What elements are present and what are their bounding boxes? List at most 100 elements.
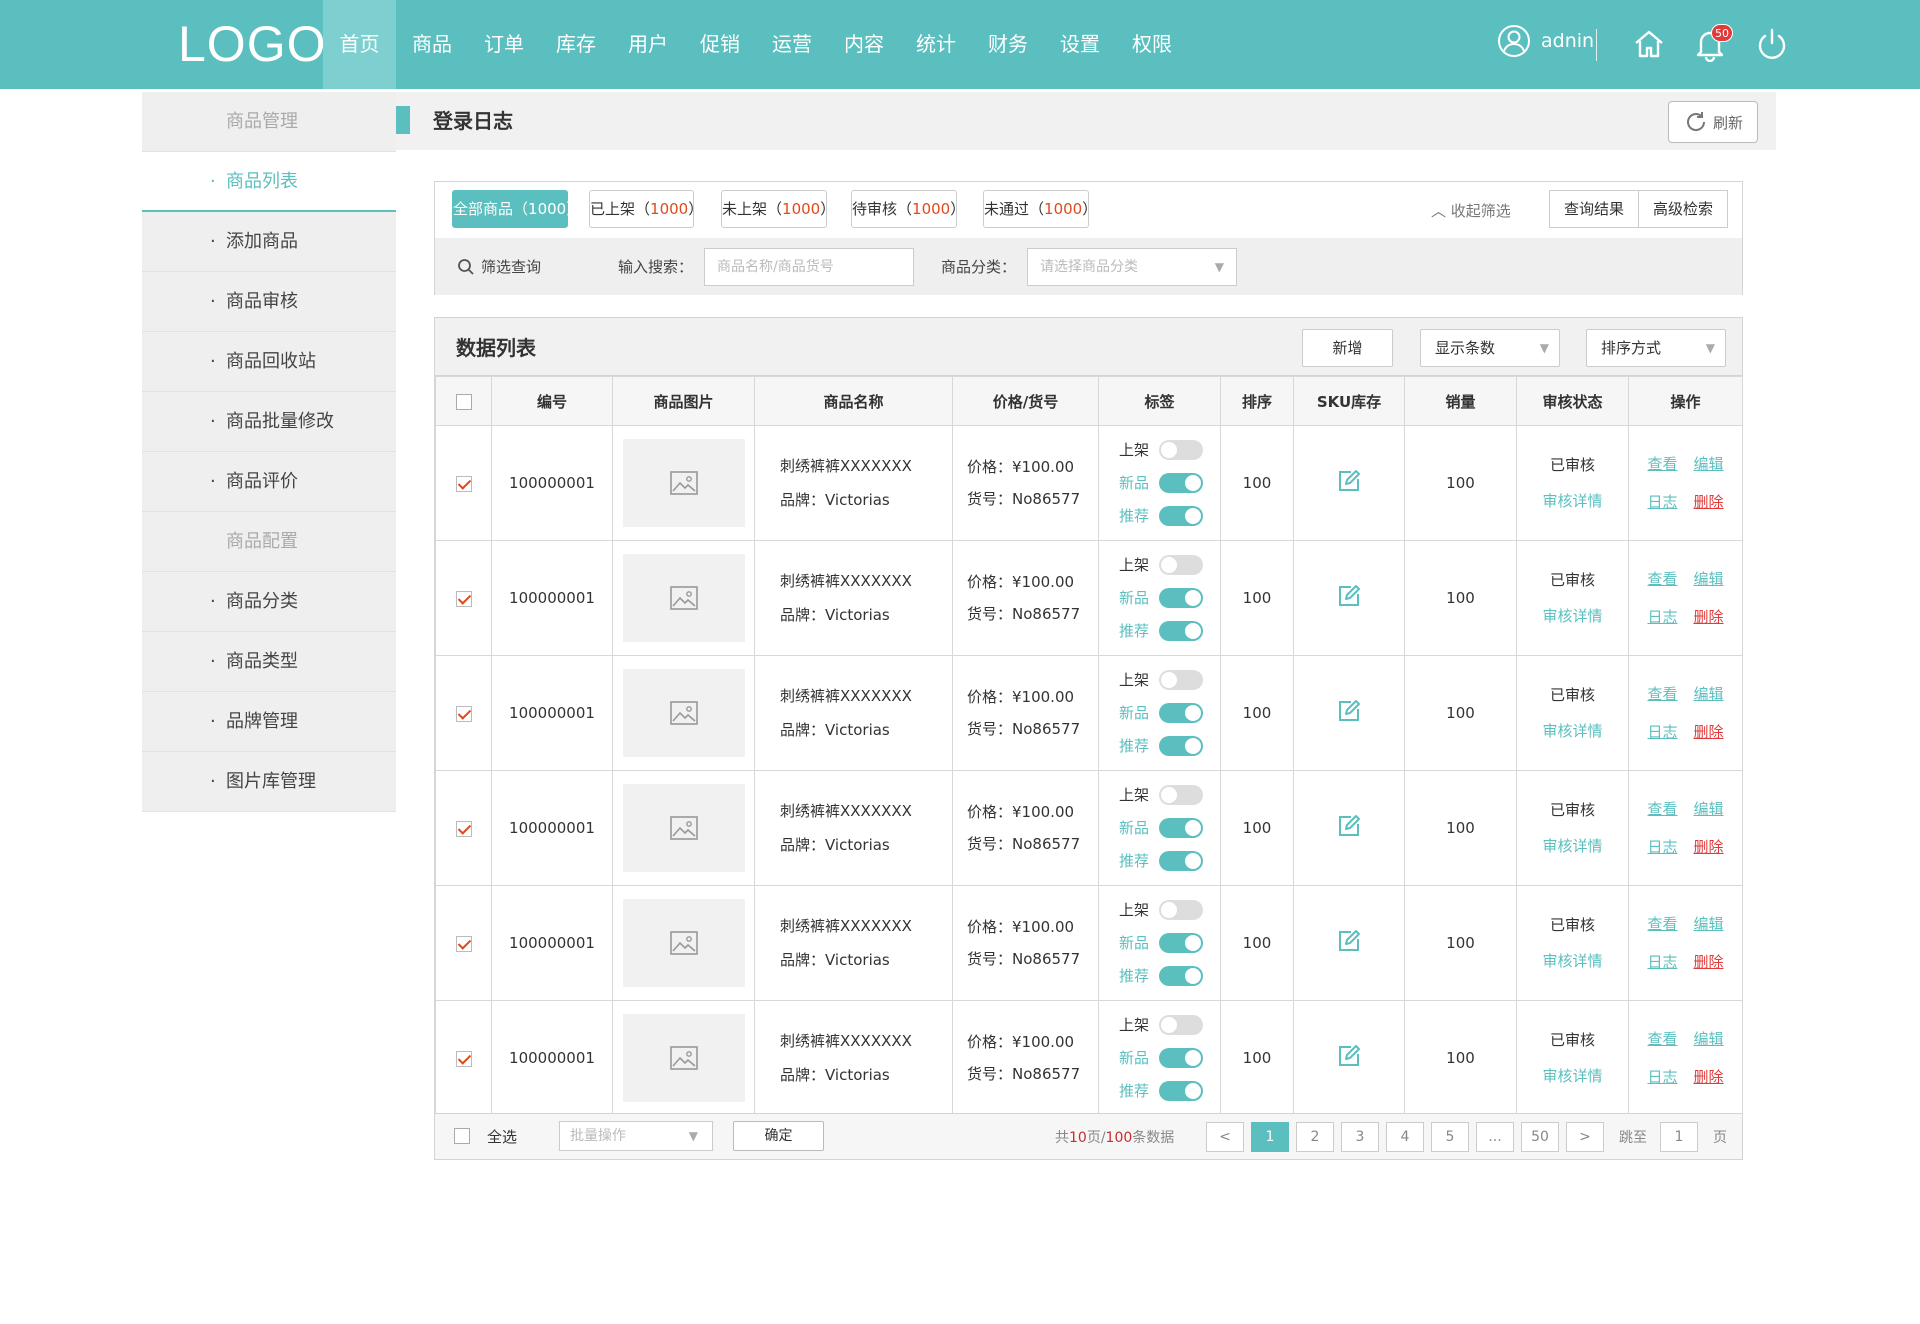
- delete-link[interactable]: 删除: [1694, 608, 1724, 626]
- product-image[interactable]: [622, 784, 745, 872]
- delete-link[interactable]: 删除: [1694, 838, 1724, 856]
- nav-item-11[interactable]: 权限: [1116, 0, 1188, 89]
- log-link[interactable]: 日志: [1647, 493, 1677, 511]
- sort-select[interactable]: 排序方式 ▼: [1586, 329, 1726, 367]
- sidebar-item[interactable]: · 商品分类: [142, 572, 396, 632]
- refresh-button[interactable]: 刷新: [1668, 101, 1758, 143]
- nav-item-9[interactable]: 财务: [972, 0, 1044, 89]
- page-button[interactable]: 1: [1251, 1122, 1289, 1152]
- batch-operation-select[interactable]: 批量操作 ▼: [559, 1121, 713, 1151]
- nav-item-4[interactable]: 用户: [612, 0, 684, 89]
- product-image[interactable]: [622, 669, 745, 757]
- edit-link[interactable]: 编辑: [1694, 915, 1724, 933]
- tag-toggle[interactable]: [1159, 933, 1203, 953]
- jump-input[interactable]: 1: [1660, 1122, 1698, 1152]
- edit-link[interactable]: 编辑: [1694, 800, 1724, 818]
- page-button[interactable]: 4: [1386, 1122, 1424, 1152]
- sidebar-item[interactable]: · 添加商品: [142, 212, 396, 272]
- nav-item-6[interactable]: 运营: [756, 0, 828, 89]
- row-checkbox[interactable]: [455, 935, 472, 952]
- sku-edit-button[interactable]: [1337, 1045, 1361, 1072]
- notification-button[interactable]: 50: [1692, 24, 1733, 63]
- category-select[interactable]: 请选择商品分类 ▼: [1027, 248, 1237, 286]
- view-link[interactable]: 查看: [1647, 570, 1677, 588]
- tag-toggle[interactable]: [1159, 473, 1203, 493]
- delete-link[interactable]: 删除: [1694, 493, 1724, 511]
- row-checkbox[interactable]: [455, 475, 472, 492]
- filter-tab[interactable]: 待审核（1000）: [851, 190, 965, 228]
- tag-toggle[interactable]: [1159, 555, 1203, 575]
- edit-link[interactable]: 编辑: [1694, 455, 1724, 473]
- next-page-button[interactable]: >: [1566, 1122, 1604, 1152]
- product-image[interactable]: [622, 554, 745, 642]
- sku-edit-button[interactable]: [1337, 585, 1361, 612]
- page-button[interactable]: 2: [1296, 1122, 1334, 1152]
- product-image[interactable]: [622, 899, 745, 987]
- nav-item-3[interactable]: 库存: [540, 0, 612, 89]
- tag-toggle[interactable]: [1159, 1015, 1203, 1035]
- power-button[interactable]: [1754, 26, 1790, 62]
- log-link[interactable]: 日志: [1647, 723, 1677, 741]
- nav-item-1[interactable]: 商品: [396, 0, 468, 89]
- nav-item-10[interactable]: 设置: [1044, 0, 1116, 89]
- footer-select-all-checkbox[interactable]: [454, 1128, 470, 1144]
- sidebar-item[interactable]: · 商品列表: [142, 152, 396, 212]
- sidebar-item[interactable]: · 商品审核: [142, 272, 396, 332]
- tag-toggle[interactable]: [1159, 785, 1203, 805]
- delete-link[interactable]: 删除: [1694, 723, 1724, 741]
- show-count-select[interactable]: 显示条数 ▼: [1420, 329, 1560, 367]
- sku-edit-button[interactable]: [1337, 815, 1361, 842]
- view-link[interactable]: 查看: [1647, 685, 1677, 703]
- edit-link[interactable]: 编辑: [1694, 685, 1724, 703]
- user-menu[interactable]: adnin: [1497, 24, 1594, 58]
- collapse-filter-button[interactable]: ︿ 收起筛选: [1431, 200, 1511, 221]
- log-link[interactable]: 日志: [1647, 608, 1677, 626]
- sidebar-item[interactable]: · 商品回收站: [142, 332, 396, 392]
- delete-link[interactable]: 删除: [1694, 1068, 1724, 1086]
- sidebar-item[interactable]: · 商品批量修改: [142, 392, 396, 452]
- log-link[interactable]: 日志: [1647, 1068, 1677, 1086]
- filter-tab[interactable]: 全部商品（1000）: [452, 190, 581, 228]
- sidebar-item[interactable]: · 品牌管理: [142, 692, 396, 752]
- tag-toggle[interactable]: [1159, 440, 1203, 460]
- delete-link[interactable]: 删除: [1694, 953, 1724, 971]
- row-checkbox[interactable]: [455, 590, 472, 607]
- tag-toggle[interactable]: [1159, 851, 1203, 871]
- nav-item-8[interactable]: 统计: [900, 0, 972, 89]
- tag-toggle[interactable]: [1159, 621, 1203, 641]
- search-input[interactable]: 商品名称/商品货号: [704, 248, 914, 286]
- nav-item-0[interactable]: 首页: [323, 0, 396, 89]
- tag-toggle[interactable]: [1159, 703, 1203, 723]
- review-detail-link[interactable]: 审核详情: [1517, 598, 1628, 634]
- tag-toggle[interactable]: [1159, 506, 1203, 526]
- log-link[interactable]: 日志: [1647, 838, 1677, 856]
- nav-item-5[interactable]: 促销: [684, 0, 756, 89]
- prev-page-button[interactable]: <: [1206, 1122, 1244, 1152]
- row-checkbox[interactable]: [455, 820, 472, 837]
- sku-edit-button[interactable]: [1337, 700, 1361, 727]
- tag-toggle[interactable]: [1159, 818, 1203, 838]
- tag-toggle[interactable]: [1159, 736, 1203, 756]
- filter-tab[interactable]: 未通过（1000）: [983, 190, 1097, 228]
- advanced-search-button[interactable]: 高级检索: [1638, 190, 1728, 228]
- page-button[interactable]: 50: [1521, 1122, 1559, 1152]
- row-checkbox[interactable]: [455, 1050, 472, 1067]
- sidebar-item[interactable]: · 商品类型: [142, 632, 396, 692]
- home-button[interactable]: [1631, 26, 1667, 62]
- log-link[interactable]: 日志: [1647, 953, 1677, 971]
- review-detail-link[interactable]: 审核详情: [1517, 713, 1628, 749]
- tag-toggle[interactable]: [1159, 1081, 1203, 1101]
- sidebar-item[interactable]: · 图片库管理: [142, 752, 396, 812]
- nav-item-7[interactable]: 内容: [828, 0, 900, 89]
- nav-item-2[interactable]: 订单: [468, 0, 540, 89]
- query-result-button[interactable]: 查询结果: [1548, 190, 1639, 228]
- view-link[interactable]: 查看: [1647, 455, 1677, 473]
- product-image[interactable]: [622, 439, 745, 527]
- tag-toggle[interactable]: [1159, 1048, 1203, 1068]
- tag-toggle[interactable]: [1159, 966, 1203, 986]
- edit-link[interactable]: 编辑: [1694, 1030, 1724, 1048]
- review-detail-link[interactable]: 审核详情: [1517, 1058, 1628, 1094]
- tag-toggle[interactable]: [1159, 670, 1203, 690]
- review-detail-link[interactable]: 审核详情: [1517, 943, 1628, 979]
- review-detail-link[interactable]: 审核详情: [1517, 828, 1628, 864]
